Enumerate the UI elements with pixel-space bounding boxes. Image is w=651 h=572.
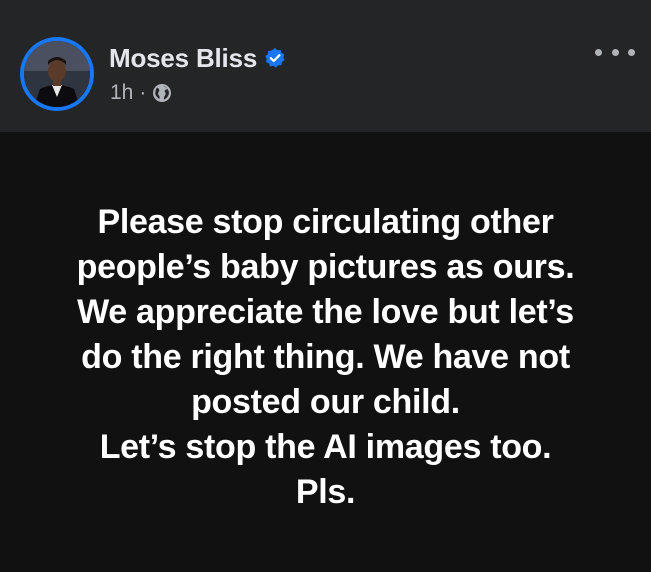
more-dot — [611, 48, 619, 56]
post-text-line: do the right thing. We have not — [81, 338, 570, 376]
avatar[interactable] — [20, 37, 94, 111]
post-text-line: We appreciate the love but let’s — [77, 293, 574, 331]
post-text-line: Pls. — [295, 473, 356, 511]
author-name[interactable]: Moses Bliss — [109, 43, 257, 74]
post-timestamp[interactable]: 1h — [110, 81, 133, 105]
meta-separator: · — [139, 81, 147, 104]
globe-icon[interactable] — [152, 83, 172, 103]
post-text-line: Let’s stop the AI images too. — [99, 428, 552, 466]
author-row: Moses Bliss — [109, 41, 286, 75]
post-text-line: posted our child. — [191, 383, 460, 421]
facebook-post: Moses Bliss 1h · Please stop circulating… — [0, 0, 651, 572]
post-header: Moses Bliss 1h · — [0, 0, 651, 132]
post-text: Please stop circulating other people’s b… — [20, 200, 631, 515]
more-dot — [628, 48, 635, 56]
more-dot — [595, 48, 602, 56]
post-meta: 1h · — [110, 80, 172, 106]
post-text-line: Please stop circulating other — [97, 203, 554, 241]
verified-badge-icon — [264, 47, 286, 69]
more-options-button[interactable] — [595, 40, 635, 64]
avatar-image — [24, 41, 90, 107]
post-text-line: people’s baby pictures as ours. — [76, 248, 575, 286]
